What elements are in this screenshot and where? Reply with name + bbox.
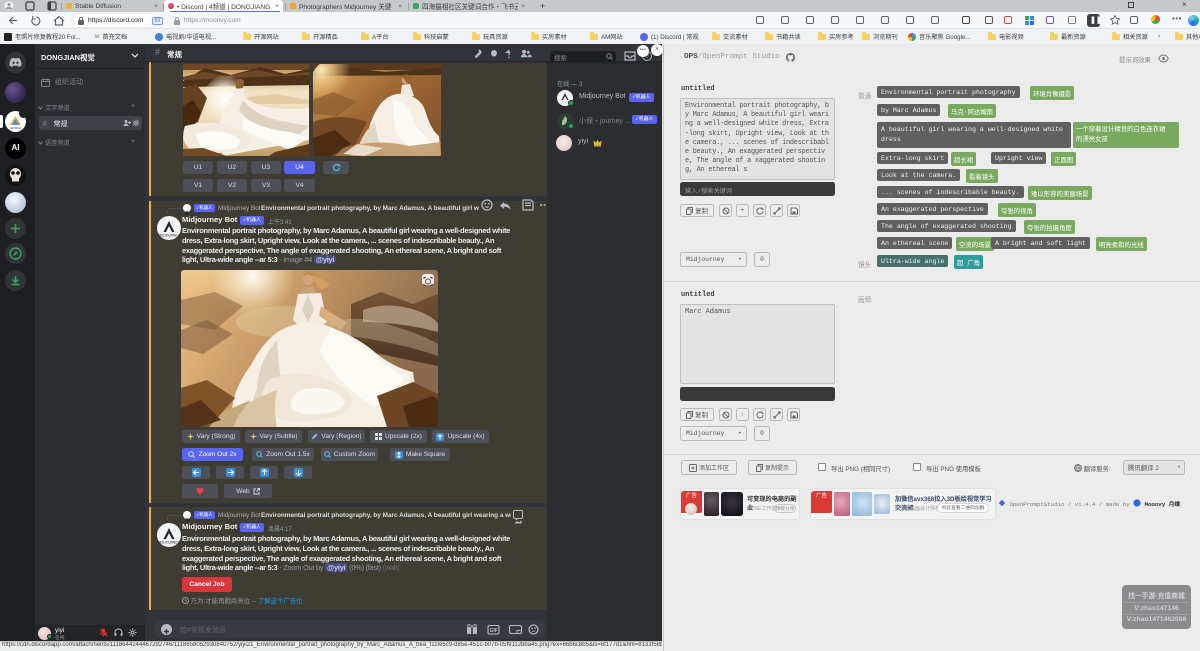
svg-text:MIDJOURNEY: MIDJOURNEY: [158, 541, 180, 545]
svg-text:GIF: GIF: [490, 628, 498, 634]
svg-text:MIDJOURNEY: MIDJOURNEY: [158, 234, 180, 238]
svg-text:DONGJ: DONGJ: [10, 126, 21, 130]
